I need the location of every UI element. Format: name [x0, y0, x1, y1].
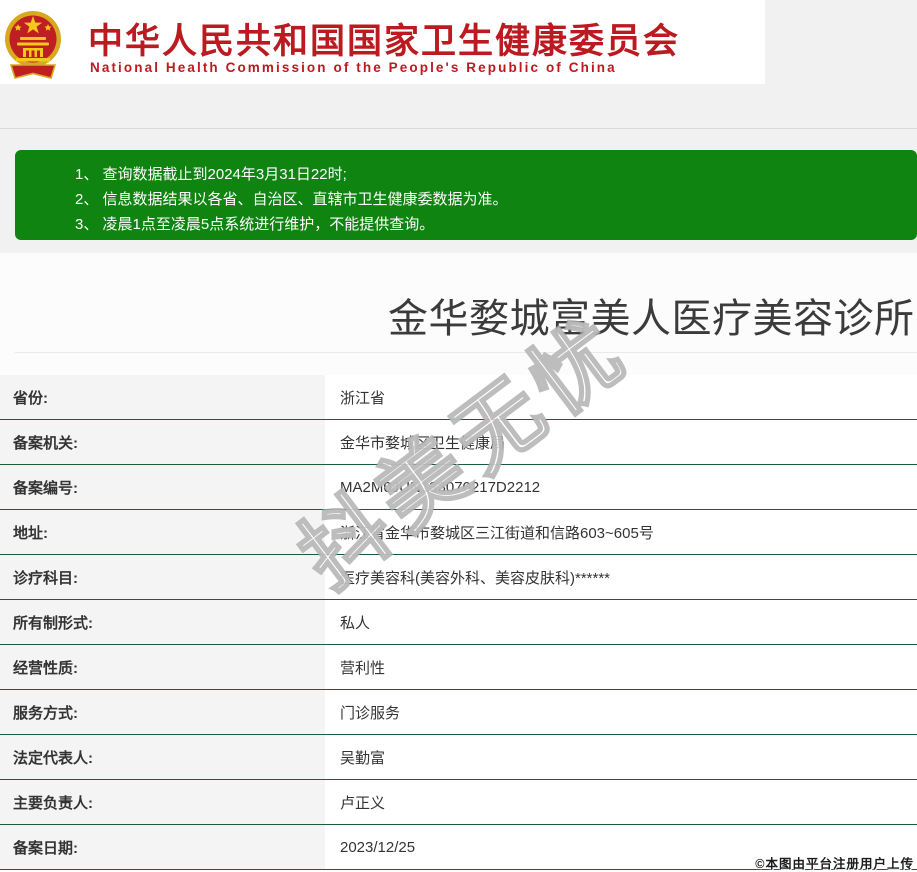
field-label: 经营性质:	[0, 645, 325, 689]
field-label: 备案编号:	[0, 465, 325, 509]
table-row-clinical-departments: 诊疗科目: 医疗美容科(美容外科、美容皮肤科)******	[0, 555, 917, 600]
field-value: 营利性	[325, 645, 917, 689]
field-value: 浙江省	[325, 375, 917, 419]
field-label: 省份:	[0, 375, 325, 419]
site-title-chinese: 中华人民共和国国家卫生健康委员会	[88, 22, 681, 61]
table-row-principal: 主要负责人: 卢正义	[0, 780, 917, 825]
national-emblem-icon	[5, 11, 61, 79]
table-row-legal-representative: 法定代表人: 吴勤富	[0, 735, 917, 780]
field-label: 诊疗科目:	[0, 555, 325, 599]
field-label: 备案机关:	[0, 420, 325, 464]
field-value: 医疗美容科(美容外科、美容皮肤科)******	[325, 555, 917, 599]
field-label: 服务方式:	[0, 690, 325, 734]
header-divider-line	[0, 128, 917, 129]
field-value: 私人	[325, 600, 917, 644]
table-row-province: 省份: 浙江省	[0, 375, 917, 420]
table-row-filing-authority: 备案机关: 金华市婺城区卫生健康局	[0, 420, 917, 465]
field-label: 所有制形式:	[0, 600, 325, 644]
section-divider-line	[15, 352, 917, 353]
upload-credit-label: ©本图由平台注册用户上传	[755, 857, 914, 871]
notice-banner: 1、 查询数据截止到2024年3月31日22时; 2、 信息数据结果以各省、自治…	[15, 150, 917, 240]
field-label: 地址:	[0, 510, 325, 554]
facility-info-table: 省份: 浙江省 备案机关: 金华市婺城区卫生健康局 备案编号: MA2M0JUN…	[0, 375, 917, 870]
notice-line-1: 1、 查询数据截止到2024年3月31日22时;	[75, 166, 347, 183]
field-value: 浙江省金华市婺城区三江街道和信路603~605号	[325, 510, 917, 554]
table-row-filing-number: 备案编号: MA2M0JUN133070217D2212	[0, 465, 917, 510]
site-header: 中华人民共和国国家卫生健康委员会 National Health Commiss…	[0, 0, 765, 84]
field-label: 法定代表人:	[0, 735, 325, 779]
notice-line-2: 2、 信息数据结果以各省、自治区、直辖市卫生健康委数据为准。	[75, 191, 508, 208]
field-value: 卢正义	[325, 780, 917, 824]
field-value: MA2M0JUN133070217D2212	[325, 465, 917, 509]
notice-line-3: 3、 凌晨1点至凌晨5点系统进行维护，不能提供查询。	[75, 216, 435, 233]
table-row-business-nature: 经营性质: 营利性	[0, 645, 917, 690]
facility-name-title: 金华婺城富美人医疗美容诊所	[388, 297, 915, 341]
field-value: 门诊服务	[325, 690, 917, 734]
table-row-ownership-type: 所有制形式: 私人	[0, 600, 917, 645]
field-label: 备案日期:	[0, 825, 325, 869]
table-row-address: 地址: 浙江省金华市婺城区三江街道和信路603~605号	[0, 510, 917, 555]
field-value: 吴勤富	[325, 735, 917, 779]
site-title-english: National Health Commission of the People…	[90, 60, 617, 75]
table-row-service-mode: 服务方式: 门诊服务	[0, 690, 917, 735]
field-value: 金华市婺城区卫生健康局	[325, 420, 917, 464]
field-label: 主要负责人:	[0, 780, 325, 824]
